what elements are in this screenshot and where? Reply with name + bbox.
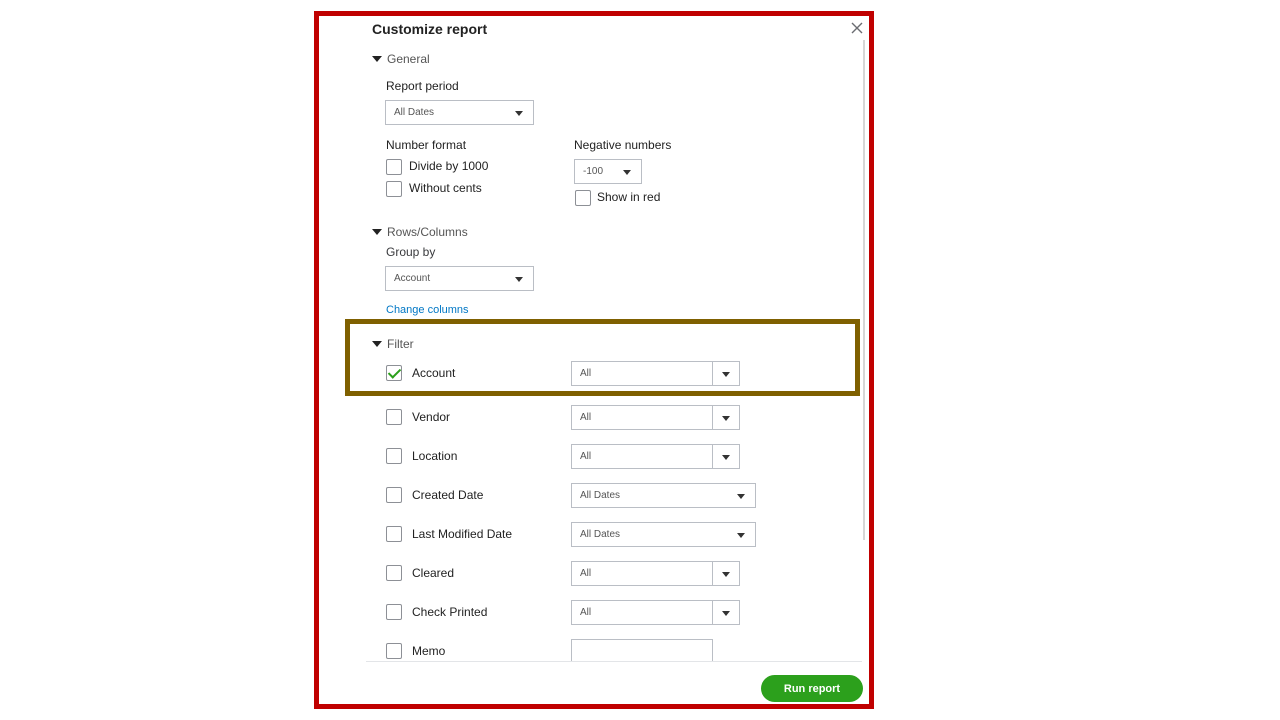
negative-numbers-select[interactable]: -100 [574,159,642,184]
scrollbar[interactable] [863,40,865,540]
chevron-down-icon [722,371,730,377]
run-report-button[interactable]: Run report [761,675,863,702]
chevron-down-icon [515,110,523,116]
filter-account-dropdown-button[interactable] [712,362,739,385]
section-general-label: General [387,52,430,66]
negative-numbers-value: -100 [583,166,604,177]
triangle-down-icon [372,341,382,347]
filter-location-value: All [580,451,592,462]
group-by-label: Group by [386,245,436,259]
chevron-down-icon [623,169,631,175]
filter-location-dropdown-button[interactable] [712,445,739,468]
filter-memo-label: Memo [412,644,446,658]
filter-last-modified-date-checkbox[interactable] [386,526,402,542]
group-by-select[interactable]: Account [385,266,534,291]
change-columns-link[interactable]: Change columns [386,304,469,316]
group-by-value: Account [394,273,431,284]
triangle-down-icon [372,229,382,235]
without-cents-checkbox[interactable] [386,181,402,197]
filter-cleared-select[interactable]: All [571,561,740,586]
filter-memo-input[interactable] [571,639,713,661]
filter-cleared-dropdown-button[interactable] [712,562,739,585]
section-filter-toggle[interactable]: Filter [372,337,414,351]
filter-last-modified-date-value: All Dates [580,529,621,540]
filter-vendor-value: All [580,412,592,423]
filter-cleared-value: All [580,568,592,579]
dialog-title: Customize report [372,21,488,37]
negative-numbers-label: Negative numbers [574,138,672,152]
filter-check-printed-select[interactable]: All [571,600,740,625]
number-format-label: Number format [386,138,467,152]
filter-cleared-label: Cleared [412,566,455,580]
filter-location-select[interactable]: All [571,444,740,469]
filter-account-select[interactable]: All [571,361,740,386]
filter-vendor-checkbox[interactable] [386,409,402,425]
filter-location-label: Location [412,449,458,463]
section-rows-columns-toggle[interactable]: Rows/Columns [372,225,468,239]
filter-account-value: All [580,368,592,379]
section-general-toggle[interactable]: General [372,52,430,66]
filter-vendor-label: Vendor [412,410,451,424]
divide-by-1000-label: Divide by 1000 [409,159,489,173]
filter-location-checkbox[interactable] [386,448,402,464]
footer-divider [366,661,862,662]
section-filter-label: Filter [387,337,414,351]
filter-account-checkbox[interactable] [386,365,402,381]
show-in-red-label: Show in red [597,190,661,204]
filter-cleared-checkbox[interactable] [386,565,402,581]
triangle-down-icon [372,56,382,62]
divide-by-1000-checkbox[interactable] [386,159,402,175]
chevron-down-icon [722,454,730,460]
chevron-down-icon [737,493,745,499]
filter-check-printed-dropdown-button[interactable] [712,601,739,624]
filter-last-modified-date-select[interactable]: All Dates [571,522,756,547]
chevron-down-icon [722,610,730,616]
close-icon[interactable] [849,20,865,36]
filter-check-printed-value: All [580,607,592,618]
report-period-select[interactable]: All Dates [385,100,534,125]
report-period-label: Report period [386,79,459,93]
chevron-down-icon [515,276,523,282]
chevron-down-icon [722,415,730,421]
show-in-red-checkbox[interactable] [575,190,591,206]
filter-check-printed-label: Check Printed [412,605,488,619]
chevron-down-icon [737,532,745,538]
filter-vendor-select[interactable]: All [571,405,740,430]
report-period-value: All Dates [394,107,435,118]
filter-vendor-dropdown-button[interactable] [712,406,739,429]
filter-last-modified-date-label: Last Modified Date [412,527,513,541]
filter-created-date-label: Created Date [412,488,484,502]
filter-memo-checkbox[interactable] [386,643,402,659]
chevron-down-icon [722,571,730,577]
filter-created-date-select[interactable]: All Dates [571,483,756,508]
filter-created-date-checkbox[interactable] [386,487,402,503]
section-rows-columns-label: Rows/Columns [387,225,468,239]
without-cents-label: Without cents [409,181,482,195]
filter-created-date-value: All Dates [580,490,621,501]
filter-check-printed-checkbox[interactable] [386,604,402,620]
filter-account-label: Account [412,366,456,380]
